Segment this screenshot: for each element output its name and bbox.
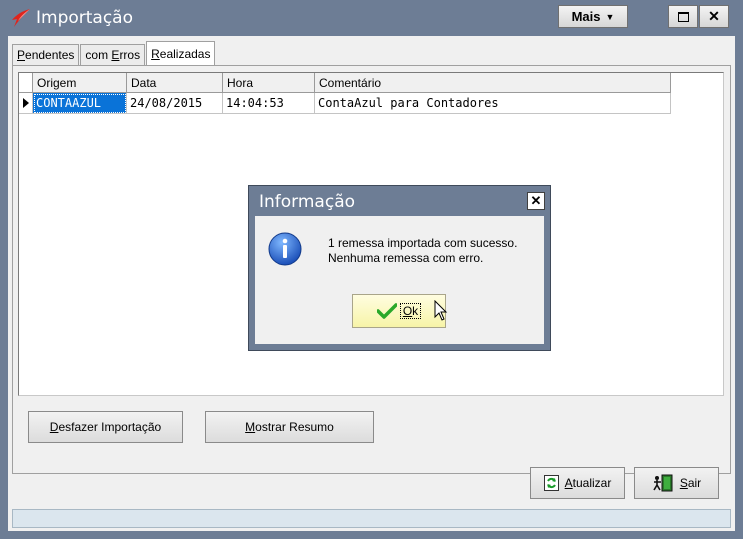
maximize-button[interactable]: [668, 5, 698, 28]
close-icon: ✕: [708, 8, 720, 24]
column-header-data[interactable]: Data: [127, 73, 223, 93]
window-title: Importação: [36, 8, 134, 28]
grid-indicator-header: [19, 73, 33, 93]
info-dialog: Informação ✕ 1 remessa importada com suc…: [248, 185, 551, 351]
column-header-comentario[interactable]: Comentário: [315, 73, 671, 93]
atualizar-button[interactable]: Atualizar: [530, 467, 625, 499]
cell-comentario[interactable]: ContaAzul para Contadores: [315, 93, 671, 114]
dialog-message-line-2: Nenhuma remessa com erro.: [328, 251, 484, 265]
refresh-icon: [543, 475, 559, 491]
main-window: Importação Mais ▼ ✕ Pendentes com Erros …: [0, 0, 743, 539]
mais-label: Mais: [571, 9, 601, 24]
tab-realizadas[interactable]: Realizadas: [146, 41, 216, 65]
tab-pendentes[interactable]: Pendentes: [12, 44, 80, 65]
close-button[interactable]: ✕: [699, 5, 729, 28]
chevron-down-icon: ▼: [605, 11, 615, 22]
dialog-message-line-1: 1 remessa importada com sucesso.: [328, 236, 518, 250]
table-row[interactable]: CONTAAZUL 24/08/2015 14:04:53 ContaAzul …: [19, 93, 671, 114]
title-bar: Importação Mais ▼ ✕: [0, 0, 743, 36]
tab-bar: Pendentes com Erros Realizadas: [12, 41, 216, 65]
column-header-hora[interactable]: Hora: [223, 73, 315, 93]
cell-origem[interactable]: CONTAAZUL: [33, 93, 127, 114]
cell-data[interactable]: 24/08/2015: [127, 93, 223, 114]
dialog-body: 1 remessa importada com sucesso. Nenhuma…: [255, 216, 544, 344]
mais-menu-button[interactable]: Mais ▼: [558, 5, 628, 28]
dialog-message: 1 remessa importada com sucesso. Nenhuma…: [328, 236, 517, 266]
tab-com-erros[interactable]: com Erros: [80, 44, 146, 65]
exit-door-icon: [653, 474, 673, 492]
dialog-title: Informação: [259, 192, 356, 212]
status-bar: [12, 509, 731, 528]
desfazer-importacao-button[interactable]: Desfazer Importação: [28, 411, 183, 443]
close-icon: ✕: [530, 193, 542, 208]
grid-header: Origem Data Hora Comentário: [19, 73, 671, 93]
ok-label: Ok: [399, 303, 422, 319]
app-logo-icon: [12, 9, 30, 27]
checkmark-icon: [376, 303, 397, 319]
column-header-origem[interactable]: Origem: [33, 73, 127, 93]
row-indicator-icon: [19, 93, 33, 114]
sair-button[interactable]: Sair: [634, 467, 719, 499]
ok-button[interactable]: Ok: [352, 294, 446, 328]
cell-hora[interactable]: 14:04:53: [223, 93, 315, 114]
maximize-icon: [677, 11, 689, 22]
info-icon: [268, 232, 302, 266]
mostrar-resumo-button[interactable]: Mostrar Resumo: [205, 411, 374, 443]
dialog-close-button[interactable]: ✕: [527, 192, 545, 210]
mouse-cursor-icon: [434, 300, 448, 321]
